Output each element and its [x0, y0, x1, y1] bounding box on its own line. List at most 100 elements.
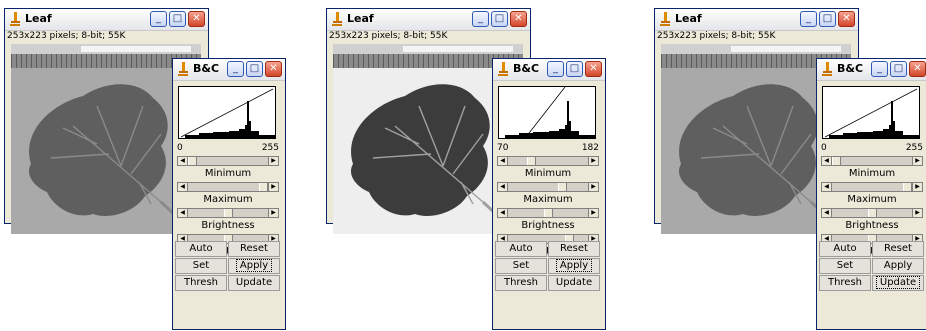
maximize-button[interactable]: □ — [890, 61, 907, 77]
brightness-scrollbar[interactable]: ◀ ▶ — [497, 208, 599, 218]
auto-button[interactable]: Auto — [819, 241, 871, 257]
reset-button[interactable]: Reset — [228, 241, 280, 257]
reset-button[interactable]: Reset — [548, 241, 600, 257]
brightness-contrast-window[interactable]: B&C _ □ ✕ 0 255 ◀ ▶ Minimum ◀ ▶ Maximum ◀ ▶ Brig… — [816, 58, 926, 330]
set-button[interactable]: Set — [495, 258, 547, 274]
range-min-value: 70 — [497, 143, 509, 153]
set-button[interactable]: Set — [175, 258, 227, 274]
maximum-slider-thumb[interactable] — [558, 183, 567, 191]
scroll-right-arrow-icon[interactable]: ▶ — [268, 157, 278, 165]
imagej-window-group: Leaf _ □ ✕ 253x223 pixels; 8-bit; 55K B&… — [318, 0, 608, 331]
scroll-left-arrow-icon[interactable]: ◀ — [498, 157, 508, 165]
minimum-scrollbar[interactable]: ◀ ▶ — [821, 156, 923, 166]
close-button[interactable]: ✕ — [909, 61, 926, 77]
minimum-slider-thumb[interactable] — [527, 157, 536, 165]
imagej-window-group: Leaf _ □ ✕ 253x223 pixels; 8-bit; 55K B&… — [646, 0, 926, 331]
brightness-contrast-window[interactable]: B&C _ □ ✕ 70 182 ◀ ▶ Minimum ◀ ▶ Maximum ◀ ▶ Bri… — [492, 58, 606, 330]
minimize-button[interactable]: _ — [227, 61, 244, 77]
bc-titlebar[interactable]: B&C _ □ ✕ — [173, 59, 285, 81]
minimize-button[interactable]: _ — [871, 61, 888, 77]
scroll-left-arrow-icon[interactable]: ◀ — [178, 183, 188, 191]
minimum-scrollbar[interactable]: ◀ ▶ — [497, 156, 599, 166]
scroll-left-arrow-icon[interactable]: ◀ — [822, 183, 832, 191]
minimum-scrollbar[interactable]: ◀ ▶ — [177, 156, 279, 166]
minimize-button[interactable]: _ — [472, 11, 489, 27]
minimize-button[interactable]: _ — [800, 11, 817, 27]
brightness-slider-thumb[interactable] — [868, 209, 877, 217]
bc-button-grid: Auto Reset Set Apply Thresh Update — [175, 241, 281, 309]
scroll-right-arrow-icon[interactable]: ▶ — [588, 157, 598, 165]
brightness-label: Brightness — [845, 220, 899, 231]
bc-titlebar[interactable]: B&C _ □ ✕ — [817, 59, 926, 81]
maximum-slider-thumb[interactable] — [259, 183, 268, 191]
scroll-right-arrow-icon[interactable]: ▶ — [268, 183, 278, 191]
set-button[interactable]: Set — [819, 258, 871, 274]
bc-button-grid: Auto Reset Set Apply Thresh Update — [495, 241, 601, 309]
scroll-left-arrow-icon[interactable]: ◀ — [498, 183, 508, 191]
auto-button[interactable]: Auto — [175, 241, 227, 257]
update-button[interactable]: Update — [228, 275, 280, 291]
leaf-titlebar[interactable]: Leaf _ □ ✕ — [655, 9, 858, 31]
apply-button[interactable]: Apply — [548, 258, 600, 274]
maximum-slider-thumb[interactable] — [903, 183, 912, 191]
scroll-left-arrow-icon[interactable]: ◀ — [822, 157, 832, 165]
close-button[interactable]: ✕ — [510, 11, 527, 27]
leaf-title: Leaf — [675, 12, 702, 25]
close-button[interactable]: ✕ — [585, 61, 602, 77]
close-button[interactable]: ✕ — [265, 61, 282, 77]
range-min-value: 0 — [177, 143, 183, 153]
brightness-slider-thumb[interactable] — [544, 209, 553, 217]
thresh-button[interactable]: Thresh — [495, 275, 547, 291]
brightness-contrast-window[interactable]: B&C _ □ ✕ 0 255 ◀ ▶ Minimum ◀ ▶ Maximum ◀ ▶ Brig… — [172, 58, 286, 330]
bc-titlebar[interactable]: B&C _ □ ✕ — [493, 59, 605, 81]
brightness-scrollbar[interactable]: ◀ ▶ — [821, 208, 923, 218]
maximize-button[interactable]: □ — [246, 61, 263, 77]
leaf-title: Leaf — [25, 12, 52, 25]
scroll-right-arrow-icon[interactable]: ▶ — [268, 209, 278, 217]
close-button[interactable]: ✕ — [838, 11, 855, 27]
maximize-button[interactable]: □ — [566, 61, 583, 77]
thresh-button[interactable]: Thresh — [819, 275, 871, 291]
brightness-slider-thumb[interactable] — [224, 209, 233, 217]
apply-button[interactable]: Apply — [228, 258, 280, 274]
ruler-bar — [661, 44, 851, 54]
leaf-titlebar[interactable]: Leaf _ □ ✕ — [5, 9, 208, 31]
imagej-microscope-icon — [332, 12, 342, 26]
thresh-button[interactable]: Thresh — [175, 275, 227, 291]
maximum-scrollbar[interactable]: ◀ ▶ — [821, 182, 923, 192]
scroll-left-arrow-icon[interactable]: ◀ — [178, 209, 188, 217]
maximum-scrollbar[interactable]: ◀ ▶ — [497, 182, 599, 192]
image-info-text: 253x223 pixels; 8-bit; 55K — [7, 31, 126, 41]
scroll-right-arrow-icon[interactable]: ▶ — [588, 183, 598, 191]
scroll-right-arrow-icon[interactable]: ▶ — [912, 183, 922, 191]
maximize-button[interactable]: □ — [819, 11, 836, 27]
scroll-left-arrow-icon[interactable]: ◀ — [498, 209, 508, 217]
maximum-scrollbar[interactable]: ◀ ▶ — [177, 182, 279, 192]
scroll-right-arrow-icon[interactable]: ▶ — [588, 209, 598, 217]
scroll-left-arrow-icon[interactable]: ◀ — [178, 157, 188, 165]
range-max-value: 182 — [581, 143, 599, 153]
minimize-button[interactable]: _ — [547, 61, 564, 77]
scroll-right-arrow-icon[interactable]: ▶ — [912, 157, 922, 165]
maximum-label: Maximum — [203, 194, 253, 205]
minimum-slider-thumb[interactable] — [832, 157, 841, 165]
maximum-label: Maximum — [523, 194, 573, 205]
brightness-scrollbar[interactable]: ◀ ▶ — [177, 208, 279, 218]
apply-button[interactable]: Apply — [872, 258, 924, 274]
leaf-titlebar[interactable]: Leaf _ □ ✕ — [327, 9, 530, 31]
reset-button[interactable]: Reset — [872, 241, 924, 257]
minimum-slider-thumb[interactable] — [188, 157, 197, 165]
bc-button-grid: Auto Reset Set Apply Thresh Update — [819, 241, 925, 309]
scroll-right-arrow-icon[interactable]: ▶ — [912, 209, 922, 217]
imagej-microscope-icon — [10, 12, 20, 26]
close-button[interactable]: ✕ — [188, 11, 205, 27]
update-button[interactable]: Update — [548, 275, 600, 291]
auto-button[interactable]: Auto — [495, 241, 547, 257]
scroll-left-arrow-icon[interactable]: ◀ — [822, 209, 832, 217]
update-button-label: Update — [555, 277, 593, 288]
maximize-button[interactable]: □ — [491, 11, 508, 27]
maximize-button[interactable]: □ — [169, 11, 186, 27]
update-button[interactable]: Update — [872, 275, 924, 291]
minimize-button[interactable]: _ — [150, 11, 167, 27]
thresh-button-label: Thresh — [827, 277, 863, 288]
